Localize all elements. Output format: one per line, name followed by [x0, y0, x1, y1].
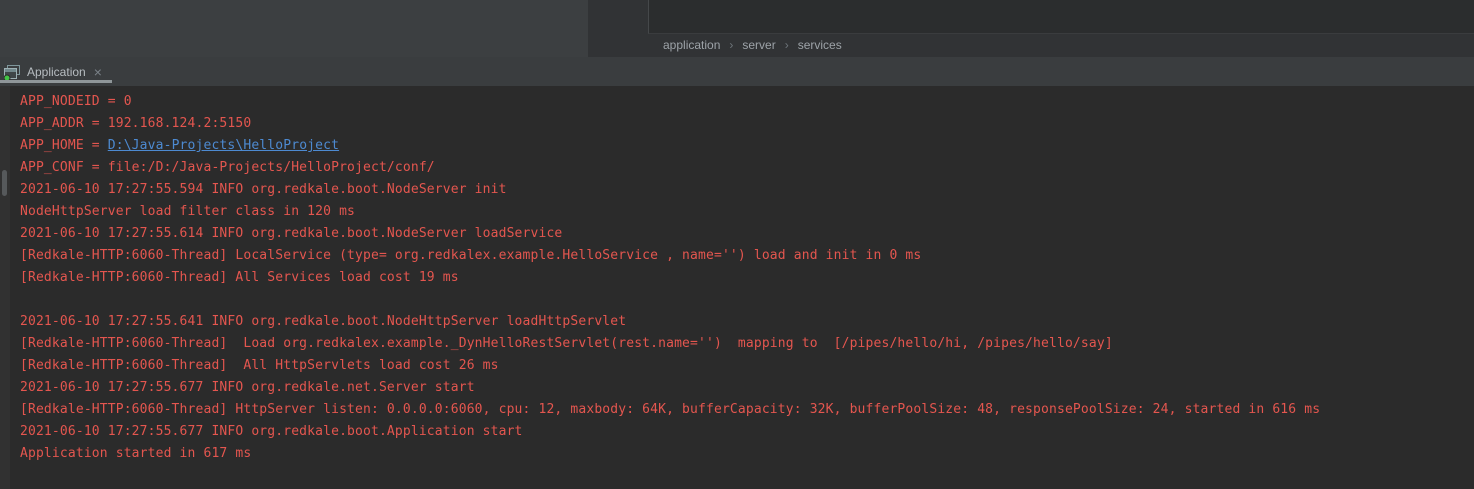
scrollbar-thumb[interactable]: [2, 170, 7, 196]
breadcrumb-bar: application › server › services: [588, 0, 1474, 57]
log-text: 2021-06-10 17:27:55.677 INFO org.redkale…: [20, 380, 475, 395]
editor-area: [648, 0, 1474, 34]
breadcrumb-item-services[interactable]: services: [798, 38, 842, 52]
breadcrumb-item-server[interactable]: server: [742, 38, 775, 52]
console-line: 2021-06-10 17:27:55.614 INFO org.redkale…: [20, 223, 1474, 245]
close-icon[interactable]: ×: [94, 65, 102, 79]
console-line: Application started in 617 ms: [20, 443, 1474, 465]
log-text: 2021-06-10 17:27:55.614 INFO org.redkale…: [20, 226, 562, 241]
console-left-gutter: [0, 86, 10, 489]
console-line: [Redkale-HTTP:6060-Thread] LocalService …: [20, 245, 1474, 267]
chevron-right-icon: ›: [785, 38, 789, 52]
console-line: APP_CONF = file:/D:/Java-Projects/HelloP…: [20, 157, 1474, 179]
console-line: 2021-06-10 17:27:55.677 INFO org.redkale…: [20, 377, 1474, 399]
log-text: NodeHttpServer load filter class in 120 …: [20, 204, 355, 219]
log-text: Application started in 617 ms: [20, 446, 251, 461]
active-tab-underline: [0, 80, 112, 83]
run-tab-bar: Application ×: [0, 57, 1474, 86]
console-line: [Redkale-HTTP:6060-Thread] All Services …: [20, 267, 1474, 289]
log-text: [Redkale-HTTP:6060-Thread] HttpServer li…: [20, 402, 1320, 417]
log-text: [Redkale-HTTP:6060-Thread] All Services …: [20, 270, 459, 285]
chevron-right-icon: ›: [729, 38, 733, 52]
console-line: [Redkale-HTTP:6060-Thread] Load org.redk…: [20, 333, 1474, 355]
log-text: APP_CONF = file:/D:/Java-Projects/HelloP…: [20, 160, 435, 175]
tab-label: Application: [27, 65, 86, 79]
log-text: 2021-06-10 17:27:55.594 INFO org.redkale…: [20, 182, 507, 197]
editor-pane: [0, 0, 588, 57]
console-line: 2021-06-10 17:27:55.594 INFO org.redkale…: [20, 179, 1474, 201]
console-pane[interactable]: APP_NODEID = 0 APP_ADDR = 192.168.124.2:5…: [0, 86, 1474, 489]
log-text: 2021-06-10 17:27:55.677 INFO org.redkale…: [20, 424, 523, 439]
log-text: [Redkale-HTTP:6060-Thread] LocalService …: [20, 248, 921, 263]
log-text: APP_HOME =: [20, 138, 108, 153]
log-text: APP_ADDR = 192.168.124.2:5150: [20, 116, 251, 131]
log-text: [Redkale-HTTP:6060-Thread] All HttpServl…: [20, 358, 499, 373]
console-output-lines: APP_NODEID = 0 APP_ADDR = 192.168.124.2:5…: [20, 91, 1474, 465]
console-line: APP_HOME = D:\Java-Projects\HelloProject: [20, 135, 1474, 157]
file-path-link[interactable]: D:\Java-Projects\HelloProject: [108, 138, 339, 153]
log-text: 2021-06-10 17:27:55.641 INFO org.redkale…: [20, 314, 626, 329]
console-line: APP_ADDR = 192.168.124.2:5150: [20, 113, 1474, 135]
console-line: APP_NODEID = 0: [20, 91, 1474, 113]
console-line: NodeHttpServer load filter class in 120 …: [20, 201, 1474, 223]
breadcrumb-item-application[interactable]: application: [663, 38, 720, 52]
console-line: 2021-06-10 17:27:55.677 INFO org.redkale…: [20, 421, 1474, 443]
breadcrumb: application › server › services: [663, 33, 842, 57]
log-text: [Redkale-HTTP:6060-Thread] Load org.redk…: [20, 336, 1113, 351]
log-text: APP_NODEID = 0: [20, 94, 132, 109]
console-line: 2021-06-10 17:27:55.641 INFO org.redkale…: [20, 311, 1474, 333]
console-line: [20, 289, 1474, 311]
console-line: [Redkale-HTTP:6060-Thread] All HttpServl…: [20, 355, 1474, 377]
run-console-icon: [4, 65, 21, 81]
console-line: [Redkale-HTTP:6060-Thread] HttpServer li…: [20, 399, 1474, 421]
